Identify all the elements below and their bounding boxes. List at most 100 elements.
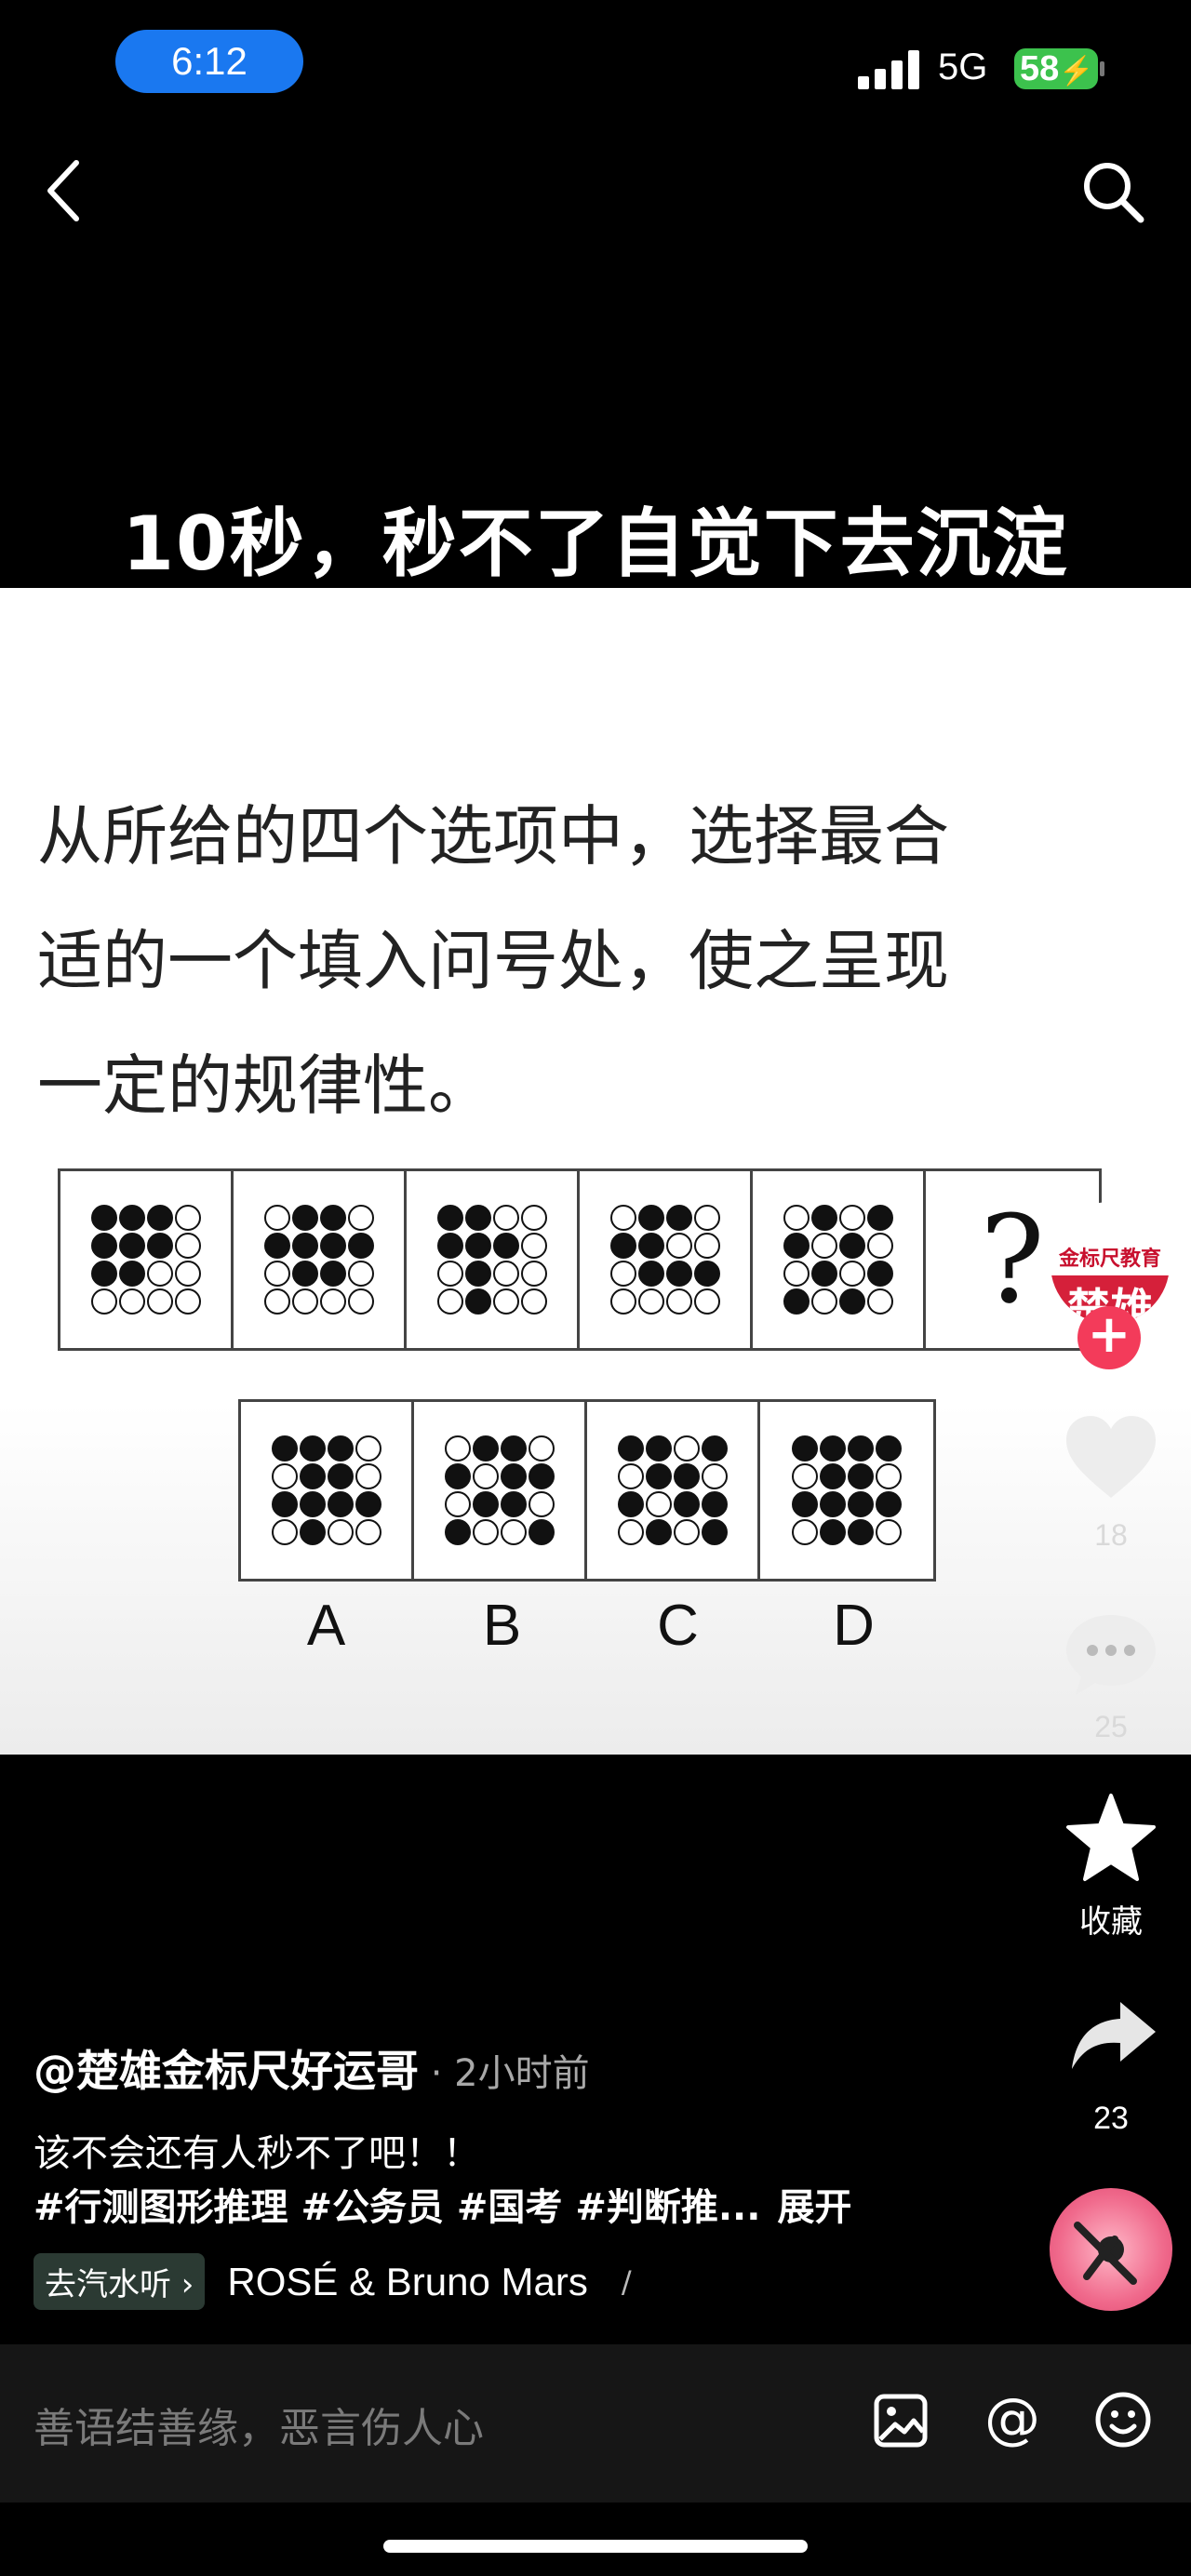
filled-dot	[464, 1205, 491, 1231]
filled-dot	[665, 1261, 692, 1287]
empty-dot	[866, 1288, 893, 1315]
dot-grid	[263, 1205, 374, 1315]
filled-dot	[528, 1463, 555, 1489]
hashtags[interactable]: #行测图形推理 #公务员 #国考 #判断推...	[33, 2186, 760, 2229]
filled-dot	[528, 1519, 555, 1545]
comment-icon[interactable]	[1063, 1609, 1159, 1699]
filled-dot	[673, 1463, 700, 1489]
empty-dot	[617, 1463, 644, 1489]
share-icon[interactable]	[1068, 1998, 1158, 2073]
star-icon[interactable]	[1063, 1792, 1159, 1885]
filled-dot	[792, 1491, 818, 1517]
empty-dot	[609, 1261, 636, 1287]
empty-dot	[876, 1463, 902, 1489]
filled-dot	[436, 1233, 463, 1259]
option-box-b	[414, 1402, 587, 1579]
author-name[interactable]: @楚雄金标尺好运哥	[33, 2046, 419, 2096]
dot-grid	[90, 1205, 201, 1315]
filled-dot	[299, 1463, 326, 1489]
filled-dot	[617, 1435, 644, 1462]
filled-dot	[792, 1435, 818, 1462]
music-disc-icon[interactable]	[1050, 2188, 1172, 2311]
filled-dot	[848, 1463, 874, 1489]
filled-dot	[118, 1261, 145, 1287]
filled-dot	[327, 1491, 354, 1517]
home-indicator[interactable]	[383, 2540, 808, 2553]
empty-dot	[355, 1519, 381, 1545]
empty-dot	[492, 1288, 519, 1315]
like-count: 18	[1094, 1518, 1128, 1552]
empty-dot	[693, 1288, 720, 1315]
filled-dot	[271, 1491, 298, 1517]
empty-dot	[645, 1491, 672, 1517]
video-content[interactable]: 从所给的四个选项中，选择最合 适的一个填入问号处，使之呈现 一定的规律性。 ? …	[0, 588, 1191, 1755]
song-title[interactable]: ROSÉ & Bruno Mars	[227, 2260, 587, 2304]
empty-dot	[665, 1233, 692, 1259]
question-text: 从所给的四个选项中，选择最合 适的一个填入问号处，使之呈现 一定的规律性。	[37, 774, 1117, 1148]
search-icon[interactable]	[1079, 158, 1146, 225]
filled-dot	[291, 1233, 318, 1259]
empty-dot	[637, 1288, 664, 1315]
share-count: 23	[1093, 2101, 1129, 2136]
battery-icon: 58⚡	[1014, 48, 1098, 89]
empty-dot	[609, 1205, 636, 1231]
empty-dot	[271, 1519, 298, 1545]
follow-button[interactable]: +	[1077, 1306, 1141, 1369]
filled-dot	[701, 1491, 728, 1517]
filled-dot	[637, 1233, 664, 1259]
filled-dot	[291, 1205, 318, 1231]
filled-dot	[319, 1233, 346, 1259]
filled-dot	[146, 1205, 173, 1231]
filled-dot	[464, 1233, 491, 1259]
empty-dot	[783, 1261, 810, 1287]
listen-button[interactable]: 去汽水听 ›	[33, 2253, 206, 2310]
filled-dot	[327, 1463, 354, 1489]
filled-dot	[838, 1233, 865, 1259]
filled-dot	[820, 1519, 846, 1545]
filled-dot	[866, 1261, 893, 1287]
empty-dot	[701, 1463, 728, 1489]
filled-dot	[673, 1491, 700, 1517]
status-time: 6:12	[115, 30, 303, 93]
option-label: C	[657, 1594, 699, 1658]
filled-dot	[645, 1435, 672, 1462]
dot-grid	[436, 1205, 547, 1315]
image-icon[interactable]	[873, 2393, 929, 2449]
filled-dot	[876, 1491, 902, 1517]
filled-dot	[820, 1435, 846, 1462]
empty-dot	[436, 1261, 463, 1287]
filled-dot	[436, 1205, 463, 1231]
like-icon[interactable]	[1063, 1414, 1159, 1502]
dot-grid	[783, 1205, 893, 1315]
option-box-d	[760, 1402, 933, 1579]
filled-dot	[347, 1233, 374, 1259]
back-icon[interactable]	[37, 153, 93, 228]
dot-grid	[271, 1435, 381, 1545]
question-line: 从所给的四个选项中，选择最合	[37, 798, 949, 874]
empty-dot	[520, 1261, 547, 1287]
filled-dot	[783, 1233, 810, 1259]
expand-button[interactable]: 展开	[777, 2186, 851, 2229]
empty-dot	[810, 1288, 837, 1315]
emoji-icon[interactable]	[1094, 2391, 1152, 2449]
empty-dot	[327, 1519, 354, 1545]
empty-dot	[271, 1463, 298, 1489]
filled-dot	[118, 1233, 145, 1259]
music-row: 去汽水听 › ROSÉ & Bruno Mars /	[33, 2253, 632, 2310]
filled-dot	[645, 1463, 672, 1489]
filled-dot	[472, 1491, 499, 1517]
empty-dot	[347, 1261, 374, 1287]
filled-dot	[355, 1491, 381, 1517]
filled-dot	[271, 1435, 298, 1462]
empty-dot	[693, 1233, 720, 1259]
filled-dot	[876, 1435, 902, 1462]
comment-input[interactable]: 善语结善缘，恶言伤人心	[33, 2395, 484, 2454]
comment-count: 25	[1094, 1710, 1128, 1743]
empty-dot	[876, 1519, 902, 1545]
empty-dot	[472, 1519, 499, 1545]
filled-dot	[820, 1491, 846, 1517]
empty-dot	[665, 1288, 692, 1315]
filled-dot	[319, 1261, 346, 1287]
at-icon[interactable]: @	[983, 2389, 1042, 2449]
sequence-box	[234, 1171, 407, 1348]
